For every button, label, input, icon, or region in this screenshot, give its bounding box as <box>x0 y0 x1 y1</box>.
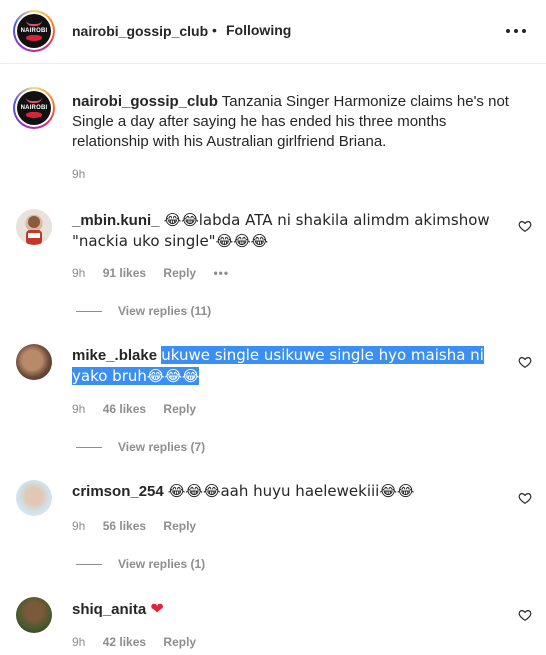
header-username[interactable]: nairobi_gossip_club <box>72 23 208 39</box>
reply-button[interactable]: Reply <box>163 635 196 649</box>
following-button[interactable]: Following <box>226 22 291 38</box>
comment-text: crimson_254 😂😂😂aah huyu haelewekiii😂😂 <box>72 481 492 502</box>
more-options-icon[interactable] <box>506 29 528 35</box>
comment-text: mike_.blake ukuwe single usikuwe single … <box>72 345 497 387</box>
caption-timestamp: 9h <box>72 167 86 181</box>
avatar[interactable] <box>16 209 52 245</box>
comment-meta: 9h 46 likes Reply <box>72 402 210 416</box>
club-logo: NAIROBI <box>17 91 51 125</box>
view-replies-button[interactable]: View replies (1) <box>76 557 205 571</box>
avatar[interactable] <box>16 597 52 633</box>
comment-username[interactable]: mike_.blake <box>72 347 157 364</box>
reply-button[interactable]: Reply <box>163 266 196 280</box>
avatar[interactable] <box>16 480 52 516</box>
profile-avatar[interactable]: NAIROBI <box>13 10 55 52</box>
view-replies-button[interactable]: View replies (7) <box>76 440 205 454</box>
comment-meta: 9h 91 likes Reply ••• <box>72 266 243 280</box>
comment-meta: 9h 56 likes Reply <box>72 519 210 533</box>
comment-likes[interactable]: 42 likes <box>103 635 146 649</box>
red-heart-icon: ❤ <box>150 599 164 618</box>
comment-likes[interactable]: 91 likes <box>103 266 146 280</box>
heart-outline-icon[interactable] <box>518 355 532 369</box>
divider <box>76 564 102 566</box>
comment-meta: 9h 42 likes Reply <box>72 635 210 649</box>
comment-text: _mbin.kuni_ 😂😂labda ATA ni shakila alimd… <box>72 210 492 252</box>
caption-avatar[interactable]: NAIROBI <box>13 87 55 129</box>
comment-time: 9h <box>72 635 86 649</box>
more-horizontal-icon[interactable]: ••• <box>213 266 229 280</box>
post-header: NAIROBI nairobi_gossip_club • Following <box>0 0 546 64</box>
comment-username[interactable]: _mbin.kuni_ <box>72 212 160 229</box>
comment-username[interactable]: shiq_anita <box>72 601 146 618</box>
comment-time: 9h <box>72 519 86 533</box>
comment-likes[interactable]: 56 likes <box>103 519 146 533</box>
comment-time: 9h <box>72 266 86 280</box>
comment-text: shiq_anita ❤ <box>72 598 492 620</box>
reply-button[interactable]: Reply <box>163 402 196 416</box>
comment-username[interactable]: crimson_254 <box>72 483 164 500</box>
heart-outline-icon[interactable] <box>518 491 532 505</box>
post-caption: nairobi_gossip_club Tanzania Singer Harm… <box>72 92 517 152</box>
comment-body: 😂😂😂aah huyu haelewekiii😂😂 <box>167 482 415 500</box>
heart-outline-icon[interactable] <box>518 608 532 622</box>
comment-likes[interactable]: 46 likes <box>103 402 146 416</box>
reply-button[interactable]: Reply <box>163 519 196 533</box>
heart-outline-icon[interactable] <box>518 219 532 233</box>
avatar[interactable] <box>16 344 52 380</box>
header-separator: • <box>212 22 217 38</box>
divider <box>76 311 102 313</box>
caption-username[interactable]: nairobi_gossip_club <box>72 93 218 110</box>
club-logo: NAIROBI <box>17 14 51 48</box>
comment-time: 9h <box>72 402 86 416</box>
view-replies-button[interactable]: View replies (11) <box>76 304 211 318</box>
divider <box>76 447 102 449</box>
